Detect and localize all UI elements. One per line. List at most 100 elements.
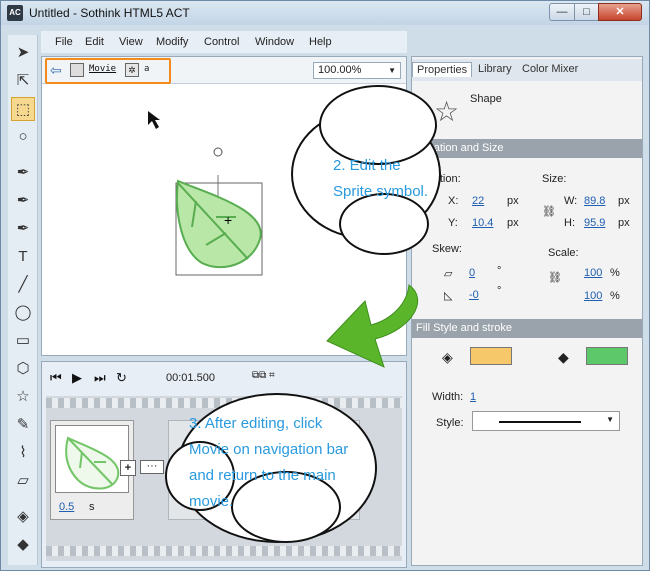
menu-help[interactable]: Help [309, 36, 332, 48]
tab-color-mixer[interactable]: Color Mixer [518, 62, 582, 76]
svg-text:+: + [224, 212, 232, 228]
frame-unit: s [89, 501, 95, 513]
toolbox: ➤ ⇱ ⬚ ○ ✒ ✒ ✒ T ╱ ◯ ▭ ⬡ ☆ ✎ ⌇ ▱ ◈ ◆ [8, 35, 38, 565]
ellipse-tool-icon[interactable]: ◯ [11, 301, 35, 325]
zoom-value: 100.00% [318, 64, 362, 76]
first-frame-icon[interactable]: ⏮ [50, 370, 62, 386]
rectangle-tool-icon[interactable]: ▭ [11, 329, 35, 353]
scale-lock-icon[interactable]: ⛓ [548, 271, 562, 284]
panel-tabs: Properties Library Color Mixer [412, 59, 642, 81]
paint-bucket-icon[interactable]: ◈ [11, 505, 35, 529]
menu-file[interactable]: File [55, 36, 73, 48]
loop-icon[interactable]: ↻ [116, 370, 127, 386]
x-value[interactable]: 22 [472, 195, 484, 207]
chevron-down-icon: ▼ [606, 415, 614, 424]
stroke-color-swatch[interactable] [586, 347, 628, 365]
sprite-symbol-icon: ✲ [125, 63, 139, 77]
h-value[interactable]: 95.9 [584, 217, 605, 229]
navigation-bar: ⇦ Movie ✲ a 100.00% ▼ [42, 57, 406, 84]
green-arrow-icon [326, 284, 419, 368]
transform-tool-icon[interactable]: ⬚ [11, 97, 35, 121]
location-size-header: Location and Size [412, 139, 642, 158]
frame-duration[interactable]: 0.5 [59, 501, 74, 513]
delete-anchor-icon[interactable]: ✒ [11, 217, 35, 241]
y-unit: px [507, 217, 519, 229]
app-window: AC Untitled - Sothink HTML5 ACT — □ ✕ ➤ … [0, 0, 650, 571]
fill-bucket-icon: ◈ [442, 349, 453, 365]
scale-x-value[interactable]: 100 [584, 267, 602, 279]
tab-library[interactable]: Library [474, 62, 516, 76]
zoom-select[interactable]: 100.00% ▼ [313, 62, 401, 79]
brush-tool-icon[interactable]: ⌇ [11, 441, 35, 465]
sprocket-bottom [46, 546, 402, 556]
scale-y-unit: % [610, 290, 620, 302]
pen-tool-icon[interactable]: ✒ [11, 161, 35, 185]
skew-label: Skew: [432, 243, 462, 255]
w-label: W: [564, 195, 578, 207]
add-frame-button[interactable]: + [120, 460, 136, 476]
menu-bar: File Edit View Modify Control Window Hel… [41, 31, 407, 53]
callout-step3: 3. After editing, click Movie on navigat… [189, 415, 349, 510]
menu-view[interactable]: View [119, 36, 143, 48]
arrow-tool-icon[interactable]: ➤ [11, 41, 35, 65]
skew-h-value[interactable]: 0 [469, 267, 475, 279]
h-unit: px [618, 217, 630, 229]
lasso-tool-icon[interactable]: ○ [11, 125, 35, 149]
properties-panel: Properties Library Color Mixer ☆ Shape L… [411, 56, 643, 566]
stroke-style-preview [499, 421, 581, 423]
skew-v-value[interactable]: -0 [469, 289, 479, 301]
maximize-button[interactable]: □ [574, 3, 599, 21]
minimize-button[interactable]: — [549, 3, 575, 21]
eraser-tool-icon[interactable]: ▱ [11, 469, 35, 493]
w-unit: px [618, 195, 630, 207]
close-button[interactable]: ✕ [598, 3, 642, 21]
menu-window[interactable]: Window [255, 36, 294, 48]
next-frame-icon[interactable]: ⏭ [94, 370, 106, 386]
star-shape-icon: ☆ [434, 96, 460, 127]
line-tool-icon[interactable]: ╱ [11, 273, 35, 297]
skew-h-degree: ° [497, 265, 502, 277]
tab-properties[interactable]: Properties [412, 62, 473, 77]
movie-film-icon [70, 63, 84, 77]
size-label: Size: [542, 173, 567, 185]
window-title: Untitled - Sothink HTML5 ACT [29, 6, 190, 20]
skew-h-icon: ▱ [444, 268, 453, 280]
frame-thumbnail [55, 425, 129, 493]
nav-movie-link[interactable]: Movie [89, 64, 116, 74]
current-time: 00:01.500 [166, 372, 215, 384]
fill-stroke-header: Fill Style and stroke [412, 319, 642, 338]
shape-label: Shape [470, 93, 502, 105]
pencil-tool-icon[interactable]: ✎ [11, 413, 35, 437]
scale-label: Scale: [548, 247, 579, 259]
star-tool-icon[interactable]: ☆ [11, 385, 35, 409]
frame-options-button[interactable]: ··· [140, 460, 164, 474]
subselect-tool-icon[interactable]: ⇱ [11, 69, 35, 93]
polygon-tool-icon[interactable]: ⬡ [11, 357, 35, 381]
h-label: H: [564, 217, 575, 229]
scale-x-unit: % [610, 267, 620, 279]
ink-bottle-icon[interactable]: ◆ [11, 533, 35, 557]
x-unit: px [507, 195, 519, 207]
menu-edit[interactable]: Edit [85, 36, 104, 48]
lock-ratio-icon[interactable]: ⛓ [542, 205, 556, 218]
stroke-style-select[interactable]: ▼ [472, 411, 620, 431]
width-value[interactable]: 1 [470, 391, 476, 403]
w-value[interactable]: 89.8 [584, 195, 605, 207]
menu-control[interactable]: Control [204, 36, 239, 48]
onion-skin-icon[interactable]: ⧉⧉ ⌗ [252, 370, 275, 381]
app-icon: AC [7, 5, 23, 21]
chevron-down-icon: ▼ [388, 66, 396, 75]
add-anchor-icon[interactable]: ✒ [11, 189, 35, 213]
menu-modify[interactable]: Modify [156, 36, 188, 48]
back-arrow-icon[interactable]: ⇦ [50, 63, 66, 77]
play-icon[interactable]: ▶ [72, 370, 82, 386]
width-label: Width: [432, 391, 464, 403]
skew-v-degree: ° [497, 285, 502, 297]
fill-color-swatch[interactable] [470, 347, 512, 365]
nav-symbol-label[interactable]: a [144, 64, 149, 74]
text-tool-icon[interactable]: T [11, 245, 35, 269]
style-label: Style: [436, 417, 464, 429]
title-bar: AC Untitled - Sothink HTML5 ACT — □ ✕ [1, 1, 649, 25]
scale-y-value[interactable]: 100 [584, 290, 602, 302]
y-value[interactable]: 10.4 [472, 217, 493, 229]
